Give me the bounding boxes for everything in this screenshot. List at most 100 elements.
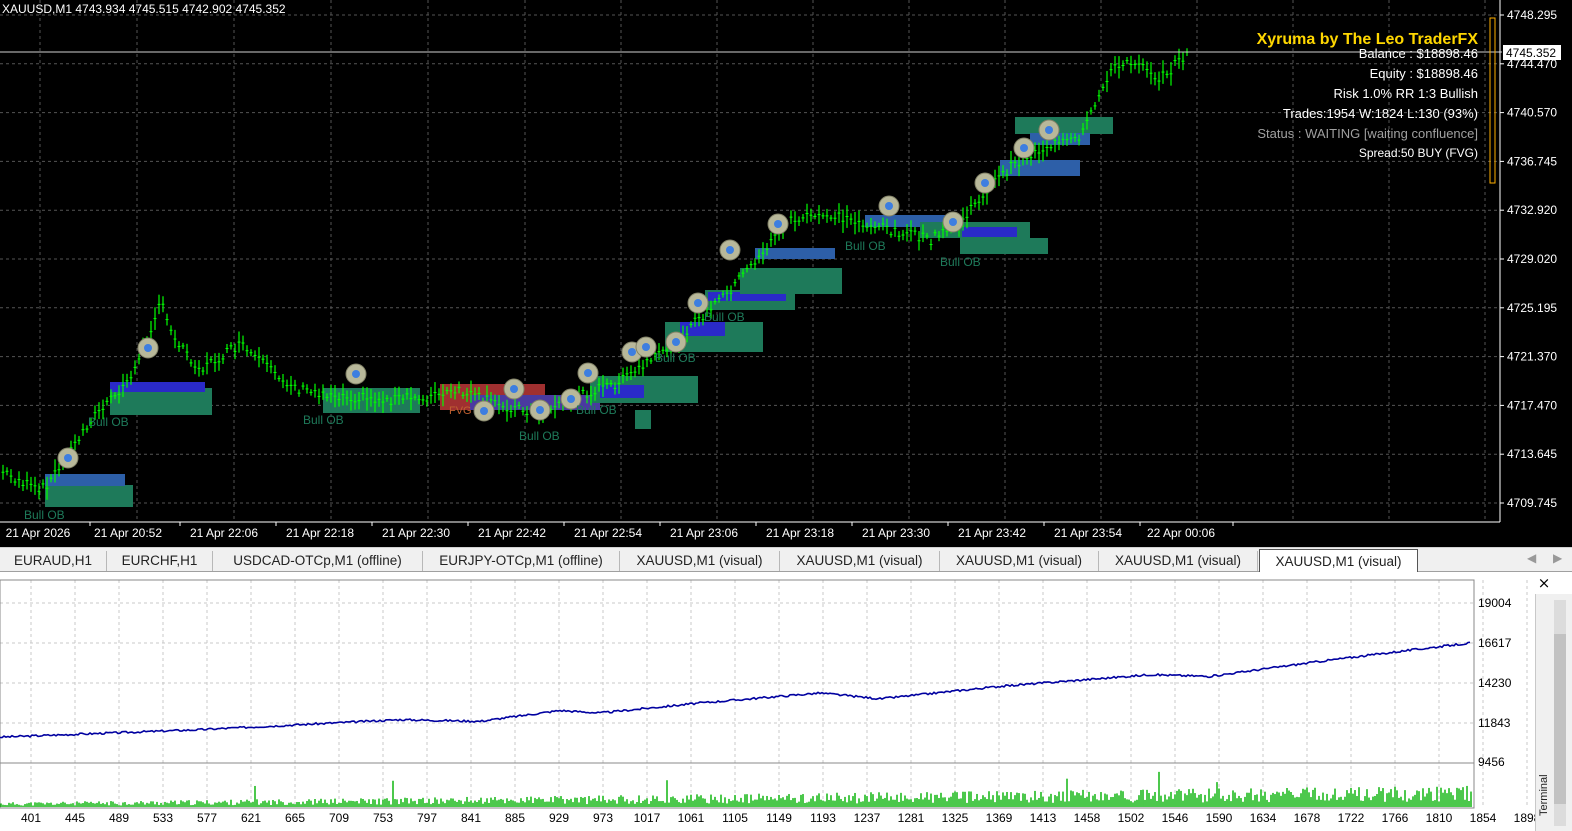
tab-xauusd-m1-visual-1[interactable]: XAUUSD,M1 (visual) (620, 551, 780, 571)
time-tick-label: 21 Apr 23:18 (766, 526, 834, 540)
info-risk: Risk 1.0% RR 1:3 Bullish (1334, 86, 1479, 101)
time-tick-label: 21 Apr 20:52 (94, 526, 162, 540)
terminal-label[interactable]: Terminal (1538, 774, 1550, 816)
trade-tick-label: 885 (505, 811, 525, 825)
bull-ob-label: Bull OB (303, 413, 344, 427)
time-tick-label: 21 Apr 22:42 (478, 526, 546, 540)
trade-tick-label: 621 (241, 811, 261, 825)
trade-tick-label: 1017 (634, 811, 661, 825)
trade-tick-label: 489 (109, 811, 129, 825)
trade-marker-dot (584, 369, 592, 377)
tab-xauusd-m1-visual-3[interactable]: XAUUSD,M1 (visual) (940, 551, 1099, 571)
time-tick-label: 22 Apr 00:06 (1147, 526, 1215, 540)
trade-marker-dot (726, 246, 734, 254)
zone-box (45, 474, 125, 486)
trade-marker-dot (64, 454, 72, 462)
tab-xauusd-m1-visual-2[interactable]: XAUUSD,M1 (visual) (780, 551, 940, 571)
terminal-side-panel: Terminal (1535, 594, 1572, 831)
trade-tick-label: 841 (461, 811, 481, 825)
trade-marker-dot (981, 179, 989, 187)
tab-eurchf-h1[interactable]: EURCHF,H1 (107, 551, 213, 571)
zone-box (960, 238, 1048, 254)
price-tick-label: 4732.920 (1507, 203, 1557, 217)
balance-tick-label: 14230 (1478, 676, 1512, 690)
balance-tick-label: 11843 (1478, 716, 1511, 730)
chart-tabs: EURAUD,H1 EURCHF,H1 USDCAD-OTCp,M1 (offl… (0, 547, 1572, 572)
price-tick-label: 4725.195 (1507, 301, 1557, 315)
balance-tick-label: 9456 (1478, 755, 1505, 769)
trade-marker-dot (510, 385, 518, 393)
trade-tick-label: 709 (329, 811, 349, 825)
trade-tick-label: 445 (65, 811, 85, 825)
trade-tick-label: 577 (197, 811, 217, 825)
trade-tick-label: 1105 (722, 811, 748, 825)
vertical-scrollbar[interactable] (1554, 600, 1566, 826)
info-equity: Equity : $18898.46 (1370, 66, 1478, 81)
trade-tick-label: 1634 (1250, 811, 1277, 825)
trade-tick-label: 1722 (1338, 811, 1365, 825)
chart-header: XAUUSD,M1 4743.934 4745.515 4742.902 474… (2, 2, 286, 16)
time-tick-label: 21 Apr 2026 (6, 526, 71, 540)
tab-scroll-right-icon[interactable]: ▶ (1553, 551, 1562, 565)
fvg-label: FVG (449, 405, 472, 417)
zone-box (45, 485, 133, 507)
price-tick-label: 4736.745 (1507, 154, 1557, 168)
price-tick-label: 4709.745 (1507, 496, 1557, 510)
trade-tick-label: 401 (21, 811, 41, 825)
price-chart[interactable]: Bull OB Bull OB Bull OB Bull OB Bull OB Bull … (0, 0, 1572, 547)
info-spread: Spread:50 BUY (FVG) (1359, 146, 1478, 160)
trade-marker-dot (567, 395, 575, 403)
bull-ob-label: Bull OB (88, 415, 129, 429)
zone-box (1015, 117, 1113, 134)
zone-box (110, 382, 205, 392)
tab-usdcad-otcp-m1[interactable]: USDCAD-OTCp,M1 (offline) (213, 551, 423, 571)
tab-xauusd-m1-visual-active[interactable]: XAUUSD,M1 (visual) (1259, 549, 1418, 572)
trade-tick-label: 1898 (1514, 811, 1535, 825)
info-balance: Balance : $18898.46 (1359, 46, 1478, 61)
bull-ob-label: Bull OB (655, 351, 696, 365)
tester-graph: 19004 16617 14230 11843 9456 401 445 489 533 577… (0, 573, 1535, 831)
trade-marker-dot (1020, 144, 1028, 152)
tab-euraud-h1[interactable]: EURAUD,H1 (0, 551, 107, 571)
tab-eurjpy-otcp-m1[interactable]: EURJPY-OTCp,M1 (offline) (423, 551, 620, 571)
trade-tick-label: 1854 (1470, 811, 1497, 825)
time-tick-label: 21 Apr 22:18 (286, 526, 354, 540)
bull-ob-label: Bull OB (24, 508, 65, 522)
trade-tick-label: 1502 (1118, 811, 1145, 825)
trade-marker-dot (774, 220, 782, 228)
trade-tick-label: 1193 (810, 811, 836, 825)
time-tick-label: 21 Apr 22:06 (190, 526, 258, 540)
time-tick-label: 21 Apr 23:06 (670, 526, 738, 540)
trade-tick-label: 1325 (942, 811, 969, 825)
tab-xauusd-m1-visual-4[interactable]: XAUUSD,M1 (visual) (1099, 551, 1258, 571)
current-price-label: 4745.352 (1506, 46, 1556, 60)
bull-ob-label: Bull OB (940, 255, 981, 269)
trade-tick-label: 1590 (1206, 811, 1233, 825)
bull-ob-label: Bull OB (704, 310, 745, 324)
trade-tick-label: 1281 (898, 811, 925, 825)
close-icon[interactable]: × (1533, 574, 1555, 592)
trade-tick-label: 1369 (986, 811, 1013, 825)
trade-marker-dot (1045, 126, 1053, 134)
trade-marker-dot (672, 338, 680, 346)
trade-tick-label: 665 (285, 811, 305, 825)
bull-ob-label: Bull OB (845, 239, 886, 253)
bull-ob-label: Bull OB (519, 429, 560, 443)
price-tick-label: 4729.020 (1507, 252, 1557, 266)
zone-box (740, 268, 842, 294)
trade-tick-label: 753 (373, 811, 393, 825)
trade-tick-label: 1766 (1382, 811, 1409, 825)
balance-tick-label: 16617 (1478, 636, 1512, 650)
trade-marker-dot (352, 370, 360, 378)
info-trades: Trades:1954 W:1824 L:130 (93%) (1283, 106, 1478, 121)
scrollbar-thumb[interactable] (1554, 634, 1566, 804)
price-tick-label: 4721.370 (1507, 350, 1557, 364)
trade-axis: 401 445 489 533 577 621 665 709 753 797 841 885 929 9… (21, 811, 1535, 825)
zone-box (962, 227, 1017, 237)
price-tick-label: 4713.645 (1507, 447, 1557, 461)
trade-tick-label: 1149 (766, 811, 792, 825)
trade-tick-label: 1678 (1294, 811, 1321, 825)
trade-tick-label: 929 (549, 811, 569, 825)
balance-tick-label: 19004 (1478, 596, 1512, 610)
tab-scroll-left-icon[interactable]: ◀ (1527, 551, 1536, 565)
